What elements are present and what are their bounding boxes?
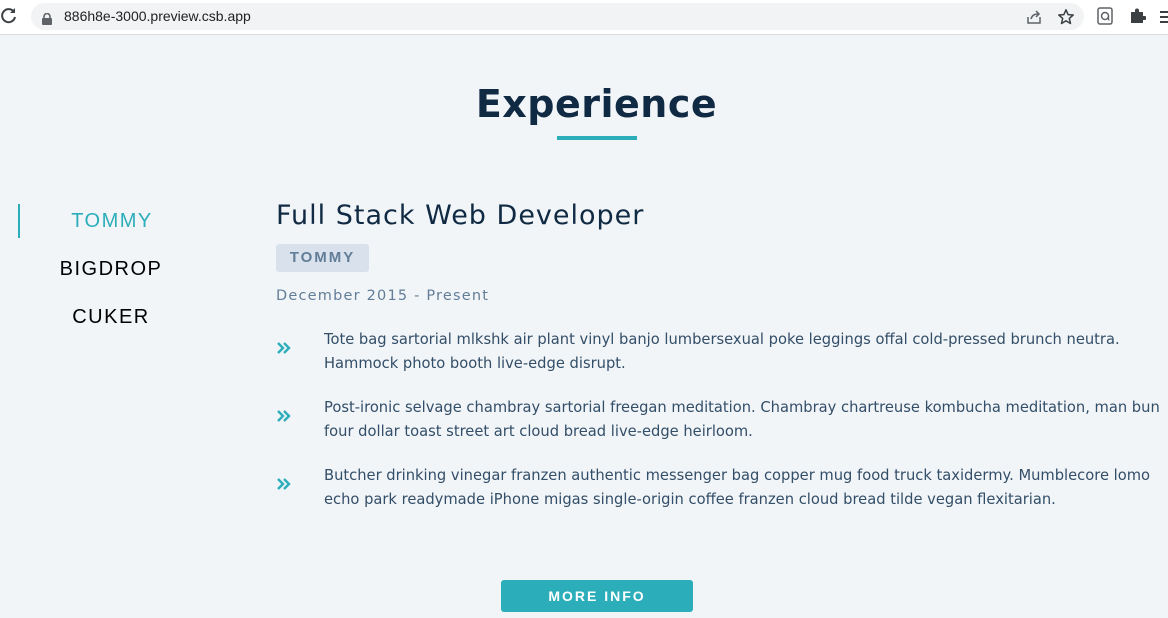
job-title: Full Stack Web Developer — [276, 200, 645, 231]
duty-text: Butcher drinking vinegar franzen authent… — [324, 467, 1151, 508]
company-badge: TOMMY — [276, 244, 369, 272]
address-bar[interactable]: 886h8e-3000.preview.csb.app — [31, 3, 1084, 30]
double-chevron-right-icon — [276, 408, 292, 422]
reload-icon[interactable] — [0, 7, 18, 25]
tab-bigdrop[interactable]: BIGDROP — [18, 252, 204, 286]
double-chevron-right-icon — [276, 476, 292, 490]
menu-icon[interactable] — [1160, 9, 1168, 28]
duty-text: Tote bag sartorial mlkshk air plant viny… — [324, 331, 1120, 372]
puzzle-icon[interactable] — [1130, 7, 1147, 27]
job-dates: December 2015 - Present — [276, 288, 490, 304]
double-chevron-right-icon — [276, 340, 292, 354]
lock-icon[interactable] — [42, 10, 52, 29]
duty-text: Post-ironic selvage chambray sartorial f… — [324, 399, 1160, 440]
tab-cuker[interactable]: CUKER — [18, 300, 204, 334]
bookmark-star-icon[interactable] — [1057, 8, 1075, 30]
extension-icon[interactable] — [1097, 7, 1113, 29]
share-icon[interactable] — [1025, 8, 1043, 30]
title-underline — [557, 136, 637, 140]
section-title: Experience — [475, 82, 718, 126]
url-text[interactable]: 886h8e-3000.preview.csb.app — [64, 8, 251, 24]
more-info-button[interactable]: MORE INFO — [501, 580, 693, 612]
browser-toolbar: 886h8e-3000.preview.csb.app — [0, 0, 1168, 35]
tab-tommy[interactable]: TOMMY — [18, 204, 204, 238]
